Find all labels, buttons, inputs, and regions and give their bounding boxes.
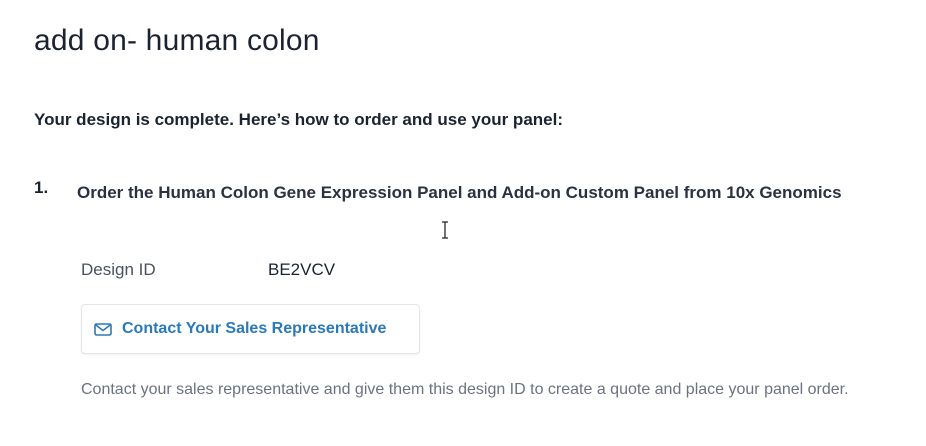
text-cursor-icon xyxy=(440,220,450,240)
mail-icon xyxy=(94,322,112,336)
step-number: 1. xyxy=(34,178,49,197)
design-id-value: BE2VCV xyxy=(268,260,336,279)
page-title: add on- human colon xyxy=(34,24,320,57)
order-help-text: Contact your sales representative and gi… xyxy=(81,381,849,398)
panel-design-complete-page: add on- human colon Your design is compl… xyxy=(0,0,926,446)
contact-sales-button[interactable]: Contact Your Sales Representative xyxy=(81,304,420,354)
completion-message: Your design is complete. Here’s how to o… xyxy=(34,110,563,129)
contact-sales-button-label: Contact Your Sales Representative xyxy=(122,320,387,337)
design-id-label: Design ID xyxy=(81,260,156,279)
step-description: Order the Human Colon Gene Expression Pa… xyxy=(77,183,842,202)
